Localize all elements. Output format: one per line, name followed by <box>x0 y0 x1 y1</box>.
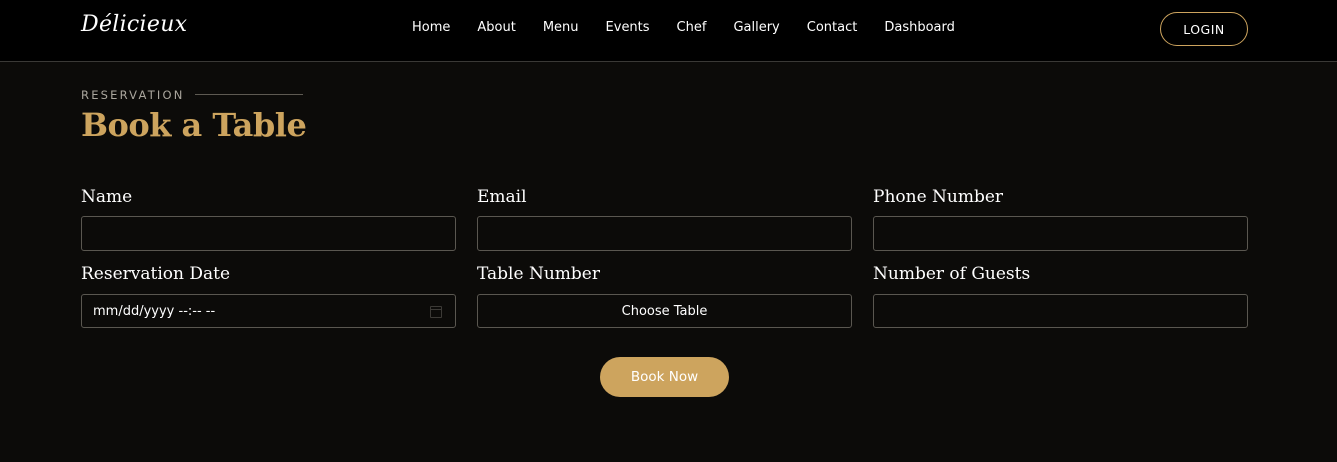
nav-link-about[interactable]: About <box>477 20 515 35</box>
brand-logo[interactable]: Délicieux <box>81 12 187 37</box>
date-placeholder: mm/dd/yyyy --:-- -- <box>93 303 216 319</box>
nav-link-gallery[interactable]: Gallery <box>733 20 779 35</box>
name-field[interactable] <box>81 216 456 251</box>
name-label: Name <box>81 187 133 207</box>
section-eyebrow: RESERVATION <box>81 88 185 102</box>
date-label: Reservation Date <box>81 264 231 284</box>
email-label: Email <box>477 187 527 207</box>
guests-label: Number of Guests <box>873 264 1031 284</box>
nav-link-home[interactable]: Home <box>412 20 450 35</box>
nav-link-chef[interactable]: Chef <box>677 20 707 35</box>
guests-field[interactable] <box>873 294 1248 328</box>
phone-field[interactable] <box>873 216 1248 251</box>
book-now-button[interactable]: Book Now <box>600 357 729 397</box>
navbar: Délicieux Home About Menu Events Chef Ga… <box>0 0 1337 62</box>
nav-link-contact[interactable]: Contact <box>807 20 858 35</box>
nav-link-events[interactable]: Events <box>606 20 650 35</box>
nav-link-dashboard[interactable]: Dashboard <box>884 20 955 35</box>
login-button[interactable]: LOGIN <box>1160 12 1248 46</box>
page-title: Book a Table <box>81 106 307 144</box>
calendar-icon[interactable] <box>430 306 442 318</box>
table-select[interactable]: Choose Table <box>477 294 852 328</box>
nav-link-menu[interactable]: Menu <box>543 20 579 35</box>
email-field[interactable] <box>477 216 852 251</box>
table-select-value: Choose Table <box>621 303 708 319</box>
nav-menu: Home About Menu Events Chef Gallery Cont… <box>412 20 982 35</box>
phone-label: Phone Number <box>873 187 1004 207</box>
date-field[interactable]: mm/dd/yyyy --:-- -- <box>81 294 456 328</box>
table-label: Table Number <box>477 264 600 284</box>
eyebrow-divider <box>195 94 303 95</box>
